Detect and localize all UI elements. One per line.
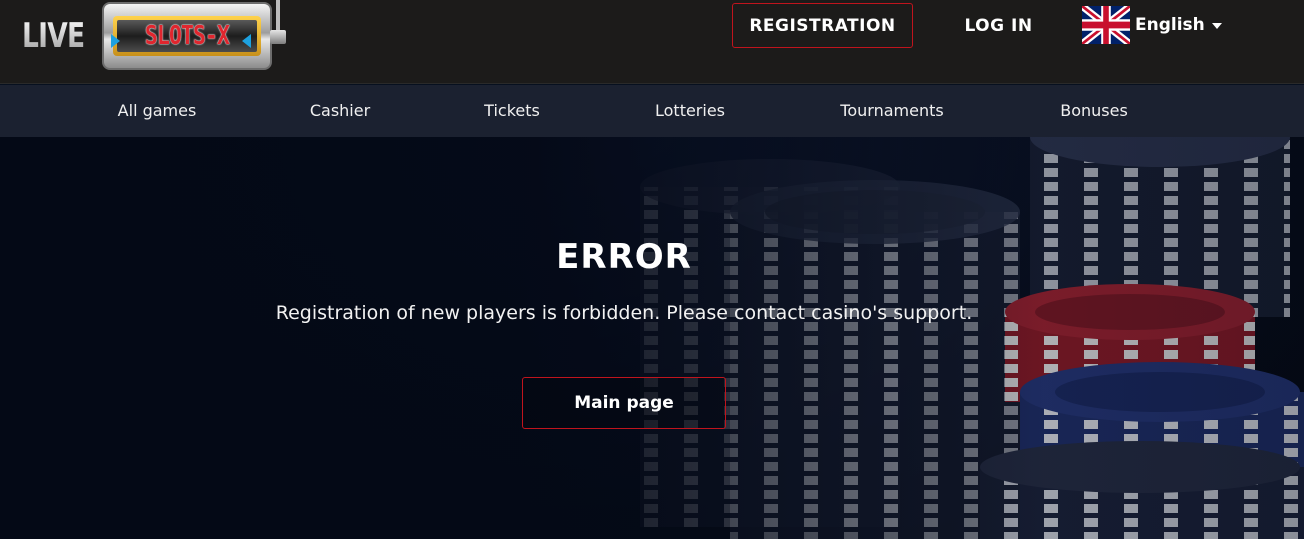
nav-item-lotteries[interactable]: Lotteries bbox=[655, 85, 725, 137]
nav-item-cashier[interactable]: Cashier bbox=[310, 85, 370, 137]
nav-item-tickets[interactable]: Tickets bbox=[484, 85, 540, 137]
site-header: LIVE SLOTS-X REGISTRATION LOG IN English bbox=[0, 0, 1304, 84]
site-logo[interactable]: LIVE SLOTS-X bbox=[22, 0, 292, 74]
logo-slots-text: SLOTS-X bbox=[144, 21, 230, 51]
arrow-left-icon bbox=[242, 34, 251, 48]
language-selector[interactable]: English bbox=[1082, 6, 1222, 44]
language-label: English bbox=[1135, 15, 1205, 35]
slot-handle-icon bbox=[270, 30, 286, 44]
registration-button[interactable]: REGISTRATION bbox=[732, 3, 913, 48]
error-message: Registration of new players is forbidden… bbox=[275, 302, 973, 324]
uk-flag-icon bbox=[1082, 6, 1130, 44]
main-navigation: All games Cashier Tickets Lotteries Tour… bbox=[0, 85, 1304, 137]
arrow-right-icon bbox=[111, 34, 120, 48]
nav-item-bonuses[interactable]: Bonuses bbox=[1060, 85, 1128, 137]
caret-down-icon bbox=[1211, 23, 1222, 29]
login-button[interactable]: LOG IN bbox=[950, 3, 1047, 48]
slot-lever-icon bbox=[276, 0, 280, 32]
nav-item-tournaments[interactable]: Tournaments bbox=[840, 85, 943, 137]
error-title: ERROR bbox=[556, 237, 692, 277]
main-page-button[interactable]: Main page bbox=[522, 377, 726, 429]
logo-live-text: LIVE bbox=[22, 16, 85, 56]
slot-machine-icon: SLOTS-X bbox=[102, 0, 286, 70]
error-hero: ERROR Registration of new players is for… bbox=[0, 137, 1304, 539]
nav-item-all-games[interactable]: All games bbox=[118, 85, 197, 137]
